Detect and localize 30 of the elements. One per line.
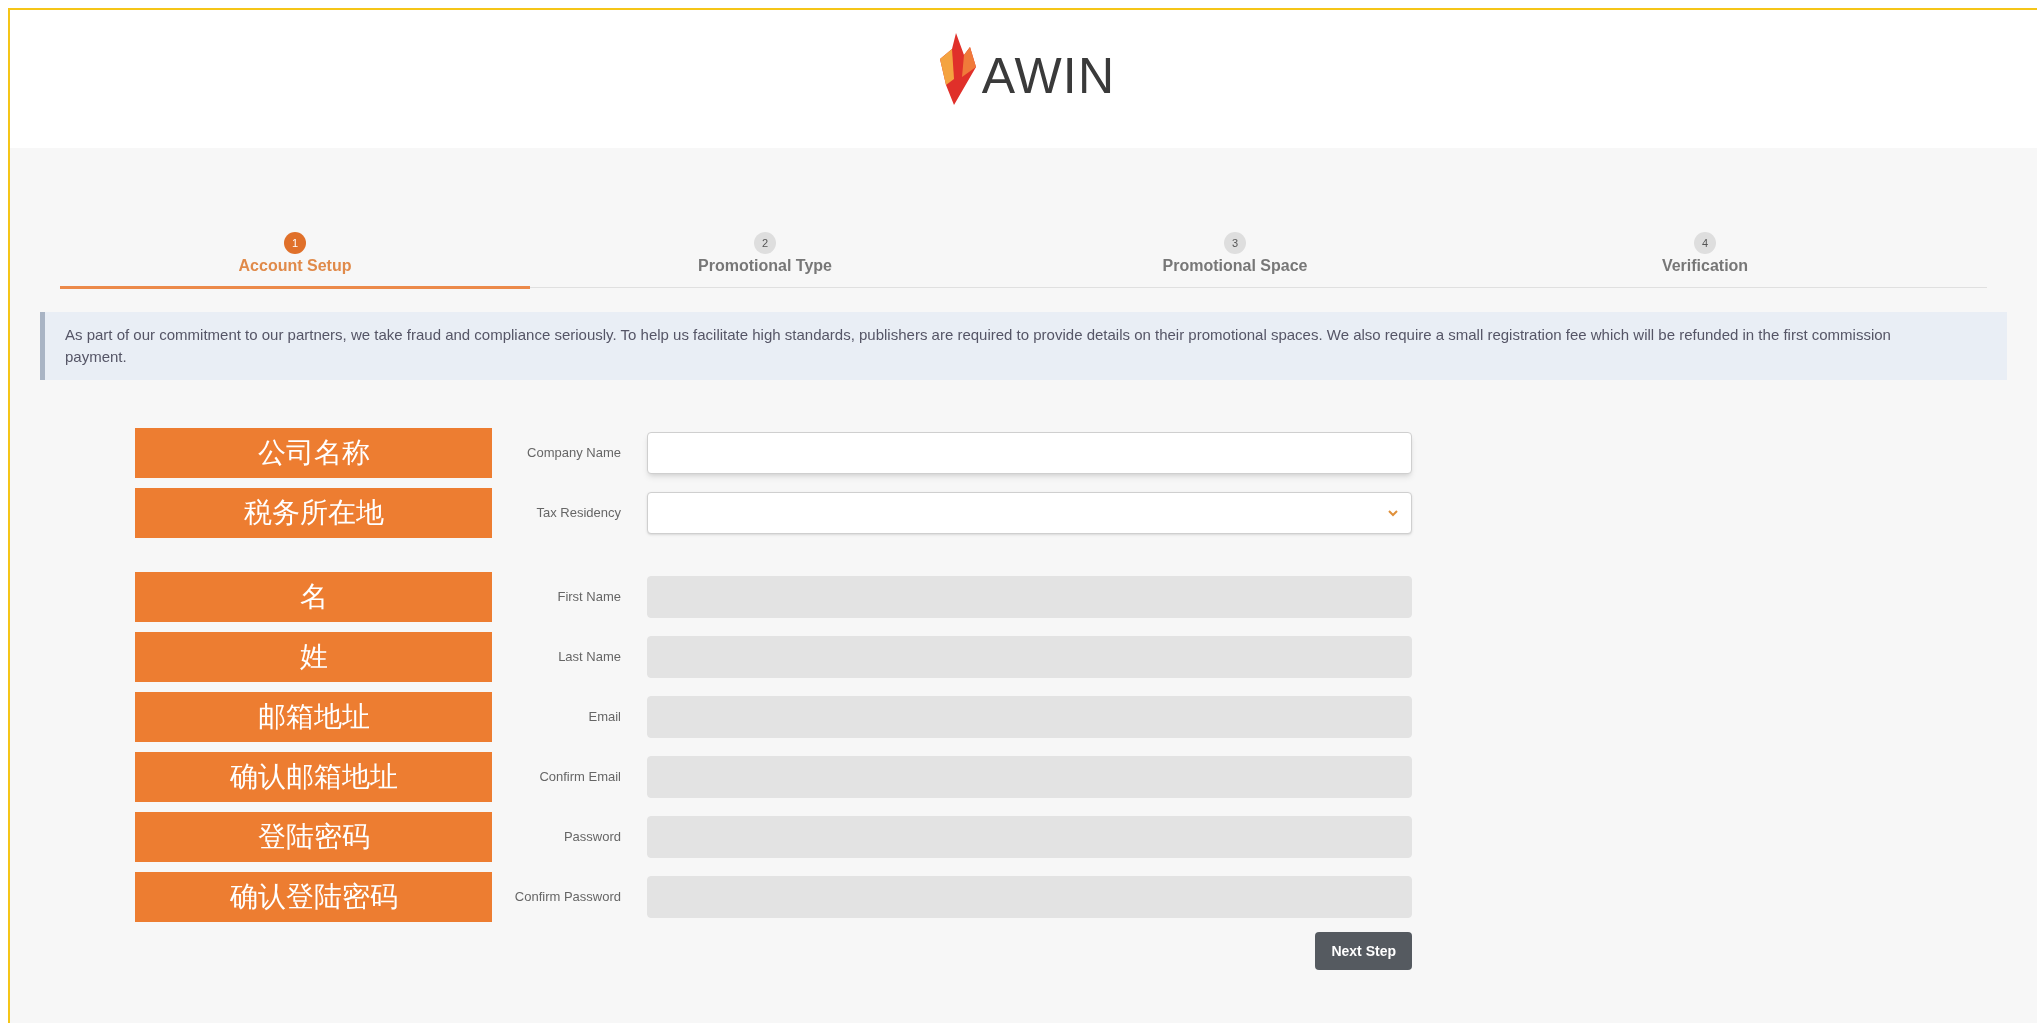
field-label: First Name	[556, 588, 622, 607]
annotation-label: 税务所在地	[135, 488, 492, 538]
field-label: Password	[562, 828, 622, 847]
field-label: Tax Residency	[535, 504, 622, 523]
annotation-label: 确认邮箱地址	[135, 752, 492, 802]
step-tab[interactable]: 4 Verification	[1470, 232, 1940, 287]
annotation-label: 名	[135, 572, 492, 622]
annotation-label: 公司名称	[135, 428, 492, 478]
logo-text: AWIN	[981, 51, 1116, 101]
next-step-button[interactable]: Next Step	[1315, 932, 1412, 970]
field-label: Last Name	[557, 648, 622, 667]
chevron-down-icon	[1387, 509, 1399, 517]
step-tab[interactable]: 3 Promotional Space	[1000, 232, 1470, 287]
notice-banner: As part of our commitment to our partners, we take fraud and compliance seriously. To help us facilitate high standards, publishers are required to provide details on their promotional spaces. We also require a small registration fee which will be refunded in the first commission payment.	[40, 312, 2007, 380]
step-number: 3	[1224, 232, 1246, 254]
field-label: Company Name	[526, 444, 622, 463]
field-label: Confirm Email	[538, 768, 622, 787]
input-field[interactable]	[647, 432, 1412, 474]
annotation-label: 姓	[135, 632, 492, 682]
field-label: Confirm Password	[513, 888, 622, 907]
step-number: 4	[1694, 232, 1716, 254]
step-number: 1	[284, 232, 306, 254]
step-tab[interactable]: 2 Promotional Type	[530, 232, 1000, 287]
annotation-label: 邮箱地址	[135, 692, 492, 742]
step-number: 2	[754, 232, 776, 254]
annotation-label: 登陆密码	[135, 812, 492, 862]
annotation-label: 确认登陆密码	[135, 872, 492, 922]
tax-residency-select[interactable]	[647, 492, 1412, 534]
field-label: Email	[587, 708, 622, 727]
step-tab[interactable]: 1 Account Setup	[60, 232, 530, 289]
